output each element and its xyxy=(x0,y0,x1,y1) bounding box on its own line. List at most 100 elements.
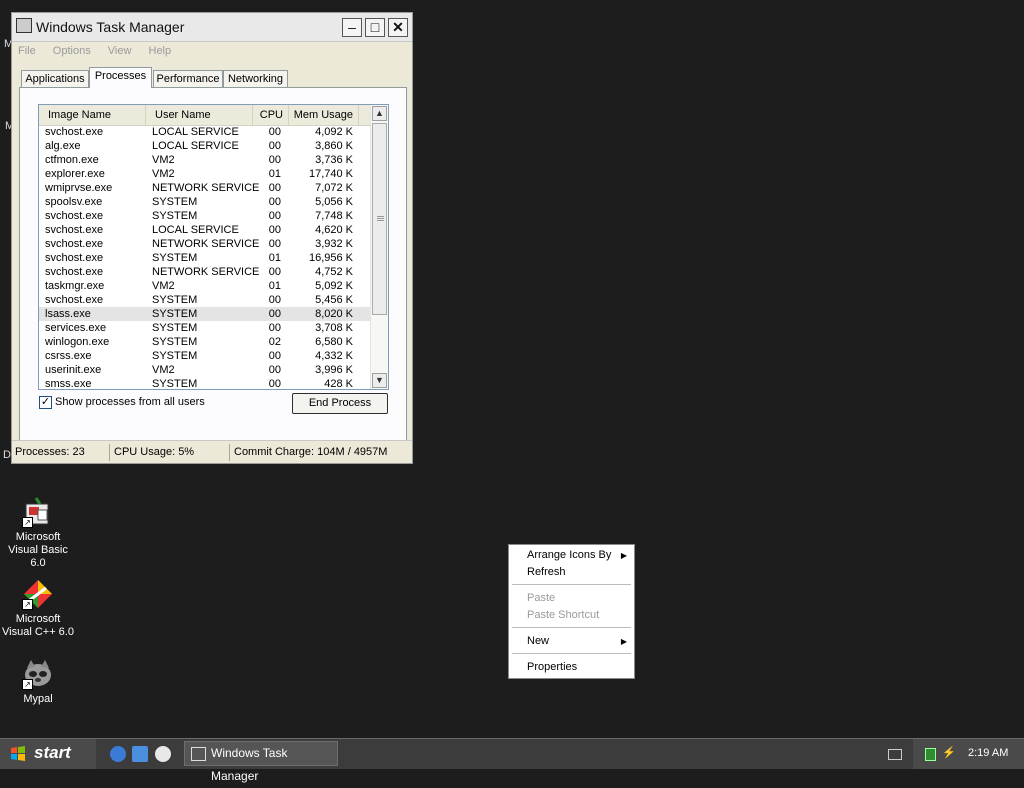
status-bar: Processes: 23 CPU Usage: 5% Commit Charg… xyxy=(12,440,412,463)
show-all-checkbox[interactable]: ✓ xyxy=(39,396,52,409)
column-user-name[interactable]: User Name xyxy=(146,105,253,125)
tab-processes[interactable]: Processes xyxy=(89,67,152,88)
cell-cpu: 00 xyxy=(268,182,281,194)
column-cpu[interactable]: CPU xyxy=(253,105,289,125)
desktop-edge-letter: D xyxy=(3,449,11,461)
scroll-down-icon[interactable]: ▼ xyxy=(372,373,387,388)
cell-cpu: 00 xyxy=(268,224,281,236)
title-bar[interactable]: Windows Task Manager – □ ✕ xyxy=(12,13,412,42)
table-row[interactable]: svchost.exe NETWORK SERVICE 00 3,932 K xyxy=(39,237,371,251)
cell-mem-usage: 4,620 K xyxy=(315,224,353,236)
cell-user-name: NETWORK SERVICE xyxy=(152,238,260,250)
tab-networking[interactable]: Networking xyxy=(223,70,288,87)
cell-image-name: lsass.exe xyxy=(45,308,91,320)
cell-user-name: SYSTEM xyxy=(152,196,198,208)
scroll-up-icon[interactable]: ▲ xyxy=(372,106,387,121)
end-process-button[interactable]: End Process xyxy=(292,393,388,414)
menu-separator xyxy=(512,653,631,654)
table-row[interactable]: svchost.exe SYSTEM 00 7,748 K xyxy=(39,209,371,223)
minimize-button[interactable]: – xyxy=(342,18,362,37)
table-row[interactable]: svchost.exe LOCAL SERVICE 00 4,092 K xyxy=(39,125,371,139)
cell-cpu: 01 xyxy=(268,252,281,264)
table-row[interactable]: userinit.exe VM2 00 3,996 K xyxy=(39,363,371,377)
cell-mem-usage: 4,092 K xyxy=(315,126,353,138)
table-row[interactable]: svchost.exe SYSTEM 01 16,956 K xyxy=(39,251,371,265)
table-row[interactable]: spoolsv.exe SYSTEM 00 5,056 K xyxy=(39,195,371,209)
safely-remove-hardware-icon[interactable]: ⚡ xyxy=(942,748,956,759)
cell-user-name: LOCAL SERVICE xyxy=(152,126,239,138)
scroll-thumb[interactable] xyxy=(372,123,387,315)
table-row[interactable]: services.exe SYSTEM 00 3,708 K xyxy=(39,321,371,335)
cell-user-name: SYSTEM xyxy=(152,210,198,222)
submenu-arrow-icon: ▶ xyxy=(620,551,627,560)
table-row[interactable]: wmiprvse.exe NETWORK SERVICE 00 7,072 K xyxy=(39,181,371,195)
vc6-icon: ↗ xyxy=(22,578,54,610)
table-row[interactable]: explorer.exe VM2 01 17,740 K xyxy=(39,167,371,181)
cell-cpu: 00 xyxy=(268,308,281,320)
status-cpu-usage: CPU Usage: 5% xyxy=(111,444,230,461)
maximize-button[interactable]: □ xyxy=(365,18,385,37)
shortcut-arrow-icon: ↗ xyxy=(22,517,33,528)
cell-cpu: 00 xyxy=(268,210,281,222)
internet-explorer-icon[interactable] xyxy=(110,746,126,762)
cell-user-name: SYSTEM xyxy=(152,308,198,320)
process-rows: svchost.exe LOCAL SERVICE 00 4,092 Kalg.exe… xyxy=(39,125,371,389)
table-row[interactable]: taskmgr.exe VM2 01 5,092 K xyxy=(39,279,371,293)
desktop-icon-mypal[interactable]: ↗ Mypal xyxy=(0,658,76,706)
start-button[interactable]: start xyxy=(0,739,96,769)
cell-mem-usage: 3,932 K xyxy=(315,238,353,250)
cell-cpu: 02 xyxy=(268,336,281,348)
show-all-label[interactable]: Show processes from all users xyxy=(55,396,205,408)
media-player-icon[interactable] xyxy=(155,746,171,762)
table-row[interactable]: alg.exe LOCAL SERVICE 00 3,860 K xyxy=(39,139,371,153)
cell-cpu: 00 xyxy=(268,266,281,278)
table-row[interactable]: smss.exe SYSTEM 00 428 K xyxy=(39,377,371,389)
window-title: Windows Task Manager xyxy=(36,19,185,35)
shortcut-arrow-icon: ↗ xyxy=(22,599,33,610)
menu-item-properties[interactable]: Properties xyxy=(509,659,634,676)
menu-view[interactable]: View xyxy=(108,42,132,60)
cell-user-name: VM2 xyxy=(152,168,175,180)
vertical-scrollbar[interactable]: ▲ ▼ xyxy=(370,105,388,389)
menu-file[interactable]: File xyxy=(18,42,36,60)
table-row[interactable]: svchost.exe SYSTEM 00 5,456 K xyxy=(39,293,371,307)
tab-performance[interactable]: Performance xyxy=(153,70,223,87)
close-button[interactable]: ✕ xyxy=(388,18,408,37)
network-icon[interactable] xyxy=(925,748,936,761)
taskbar-task-manager[interactable]: Windows Task Manager xyxy=(184,741,338,783)
cell-image-name: svchost.exe xyxy=(45,238,104,250)
table-row[interactable]: svchost.exe NETWORK SERVICE 00 4,752 K xyxy=(39,265,371,279)
cell-mem-usage: 5,056 K xyxy=(315,196,353,208)
menu-item-refresh[interactable]: Refresh xyxy=(509,564,634,581)
column-mem-usage[interactable]: Mem Usage xyxy=(289,105,359,125)
desktop-icon-vc6[interactable]: ↗ Microsoft Visual C++ 6.0 xyxy=(0,578,76,639)
menu-item-arrange-icons-by[interactable]: Arrange Icons By ▶ xyxy=(509,547,634,564)
menu-help[interactable]: Help xyxy=(149,42,172,60)
column-image-name[interactable]: Image Name xyxy=(39,105,146,125)
cell-cpu: 00 xyxy=(268,140,281,152)
menu-item-new[interactable]: New ▶ xyxy=(509,633,634,650)
cell-user-name: VM2 xyxy=(152,280,175,292)
table-row[interactable]: winlogon.exe SYSTEM 02 6,580 K xyxy=(39,335,371,349)
menu-options[interactable]: Options xyxy=(53,42,91,60)
cell-mem-usage: 5,456 K xyxy=(315,294,353,306)
outlook-express-icon[interactable] xyxy=(132,746,148,762)
process-list[interactable]: Image Name User Name CPU Mem Usage svcho… xyxy=(38,104,389,390)
cell-user-name: SYSTEM xyxy=(152,252,198,264)
table-row[interactable]: svchost.exe LOCAL SERVICE 00 4,620 K xyxy=(39,223,371,237)
desktop-icon-vb6[interactable]: ↗ Microsoft Visual Basic 6.0 xyxy=(0,496,76,570)
cell-cpu: 00 xyxy=(268,126,281,138)
cell-mem-usage: 3,708 K xyxy=(315,322,353,334)
tab-applications[interactable]: Applications xyxy=(21,70,89,87)
cell-image-name: svchost.exe xyxy=(45,126,104,138)
cell-image-name: spoolsv.exe xyxy=(45,196,103,208)
cell-cpu: 00 xyxy=(268,322,281,334)
cell-mem-usage: 6,580 K xyxy=(315,336,353,348)
table-row[interactable]: ctfmon.exe VM2 00 3,736 K xyxy=(39,153,371,167)
cell-mem-usage: 3,860 K xyxy=(315,140,353,152)
table-row[interactable]: lsass.exe SYSTEM 00 8,020 K xyxy=(39,307,371,321)
menu-item-paste-shortcut: Paste Shortcut xyxy=(527,609,600,621)
table-row[interactable]: csrss.exe SYSTEM 00 4,332 K xyxy=(39,349,371,363)
cell-image-name: csrss.exe xyxy=(45,350,92,362)
keyboard-icon[interactable] xyxy=(888,749,902,760)
